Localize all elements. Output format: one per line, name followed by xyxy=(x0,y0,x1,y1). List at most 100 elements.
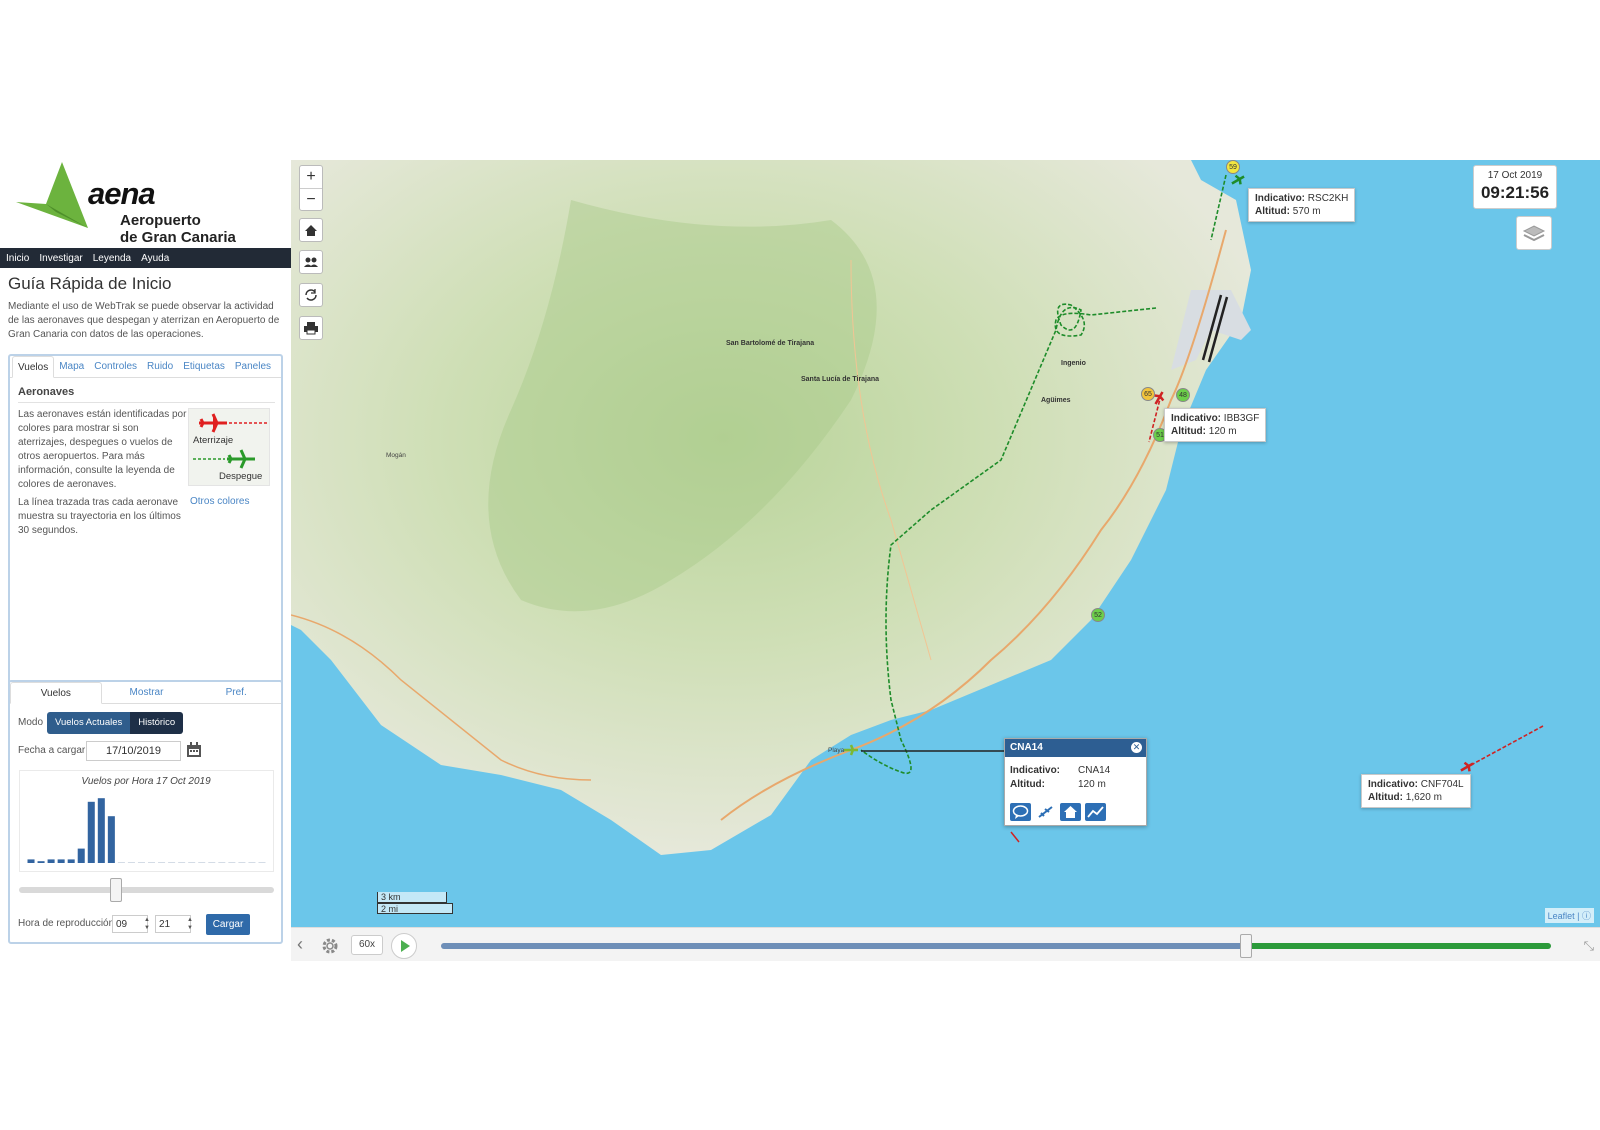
legend-landing-label: Aterrizaje xyxy=(193,435,234,446)
chart-bar-hour-18 xyxy=(208,862,216,863)
popup-callsign-label: Indicativo: xyxy=(1010,765,1061,776)
minute-spinner-icon[interactable]: ▲ ▼ xyxy=(187,916,193,932)
flight-label-rsc2kh[interactable]: Indicativo: RSC2KH Altitud: 570 m xyxy=(1248,188,1356,222)
timeline-handle[interactable] xyxy=(1240,934,1253,958)
airport-name: Aeropuerto de Gran Canaria xyxy=(120,212,236,246)
traffic-badge: 48 xyxy=(1176,388,1190,402)
zoom-out-button[interactable]: − xyxy=(300,188,322,210)
tab-controles[interactable]: Controles xyxy=(89,356,142,377)
chart-bar-hour-2 xyxy=(47,859,55,863)
traffic-badge: 59 xyxy=(1226,160,1240,174)
info-tabs: Vuelos Mapa Controles Ruido Etiquetas Pa… xyxy=(10,356,281,378)
chart-bar-hour-6 xyxy=(87,801,95,863)
scale-mi: 2 mi xyxy=(377,903,453,914)
close-icon[interactable]: ✕ xyxy=(1131,742,1142,753)
sidebar: aena Aeropuerto de Gran Canaria Inicio I… xyxy=(0,160,291,961)
other-colors-link[interactable]: Otros colores xyxy=(190,496,249,507)
chevron-left-icon[interactable]: ‹ xyxy=(297,934,303,955)
tab-mapa[interactable]: Mapa xyxy=(54,356,89,377)
map-base xyxy=(291,160,1544,855)
traffic-badge: 52 xyxy=(1091,608,1105,622)
aena-logo-mark xyxy=(16,162,88,228)
chart-bar-hour-0 xyxy=(27,859,35,863)
tab-mostrar[interactable]: Mostrar xyxy=(102,682,192,703)
flight-label-cnf704l[interactable]: Indicativo: CNF704L Altitud: 1,620 m xyxy=(1361,774,1471,808)
altitude-value: 570 m xyxy=(1292,206,1321,217)
airport-line-1: Aeropuerto xyxy=(120,212,201,229)
print-button[interactable] xyxy=(299,316,323,340)
layers-button[interactable] xyxy=(1516,216,1552,250)
aircraft-cnf704l-icon xyxy=(1460,761,1474,772)
refresh-icon xyxy=(305,289,317,301)
zoom-control: + − xyxy=(299,165,323,211)
hour-spinner-icon[interactable]: ▲ ▼ xyxy=(144,916,150,932)
home-icon[interactable] xyxy=(1060,803,1081,821)
refresh-button[interactable] xyxy=(299,283,323,307)
tab-paneles[interactable]: Paneles xyxy=(230,356,276,377)
date-input[interactable] xyxy=(86,741,181,761)
callsign-value: CNF704L xyxy=(1420,779,1464,790)
flight-label-ibb3gf[interactable]: Indicativo: IBB3GF Altitud: 120 m xyxy=(1164,408,1267,442)
tab-pref[interactable]: Pref. xyxy=(191,682,281,703)
aircraft-cna14-icon xyxy=(844,744,858,756)
altitude-value: 1,620 m xyxy=(1405,792,1442,803)
playback-time-label: Hora de reproducción xyxy=(18,918,115,929)
profile-chart-icon[interactable] xyxy=(1085,803,1106,821)
clock-time: 09:21:56 xyxy=(1480,183,1550,202)
plane-icon[interactable] xyxy=(1035,803,1056,821)
controls-panel: Vuelos Mostrar Pref. Modo Vuelos Actuale… xyxy=(8,680,283,944)
nav-ayuda[interactable]: Ayuda xyxy=(141,253,169,264)
nav-investigar[interactable]: Investigar xyxy=(39,253,82,264)
town-ingenio: Ingenio xyxy=(1061,360,1086,367)
info-icon[interactable]: ⓘ xyxy=(1582,911,1591,921)
zoom-in-button[interactable]: + xyxy=(300,166,322,188)
current-flights-button[interactable]: Vuelos Actuales xyxy=(47,712,131,734)
minute-input[interactable] xyxy=(155,915,191,933)
mode-label: Modo xyxy=(18,717,44,728)
callsign-label: Indicativo: xyxy=(1255,193,1306,204)
comment-icon[interactable] xyxy=(1010,803,1031,821)
hour-slider-track[interactable] xyxy=(19,887,274,893)
chart-bar-hour-20 xyxy=(228,862,236,863)
timeline-played xyxy=(441,943,1241,949)
hour-input[interactable] xyxy=(112,915,148,933)
layers-icon xyxy=(1522,225,1546,242)
expand-icon[interactable]: ⤡ xyxy=(1584,938,1594,954)
nav-inicio[interactable]: Inicio xyxy=(6,253,29,264)
play-button[interactable] xyxy=(391,933,417,959)
tab-etiquetas[interactable]: Etiquetas xyxy=(178,356,230,377)
playback-speed-button[interactable]: 60x xyxy=(351,935,383,955)
nav-leyenda[interactable]: Leyenda xyxy=(93,253,131,264)
playback-timeline[interactable] xyxy=(441,943,1551,949)
history-button[interactable]: Histórico xyxy=(130,712,184,734)
chart-bar-hour-7 xyxy=(97,798,105,863)
town-aguimes: Agüimes xyxy=(1041,397,1071,404)
print-icon xyxy=(304,322,318,335)
callsign-value: RSC2KH xyxy=(1307,193,1349,204)
chart-bar-hour-15 xyxy=(178,862,186,863)
leaflet-link[interactable]: Leaflet xyxy=(1548,911,1575,921)
town-mogan: Mogán xyxy=(386,452,406,459)
map[interactable]: San Bartolomé de Tirajana Santa Lucía de… xyxy=(291,160,1600,927)
guide-title: Guía Rápida de Inicio xyxy=(8,274,172,293)
hour-slider-handle[interactable] xyxy=(110,878,122,902)
map-attribution[interactable]: Leaflet | ⓘ xyxy=(1544,908,1594,923)
tab-vuelos-ctrl[interactable]: Vuelos xyxy=(10,682,102,704)
gear-icon[interactable] xyxy=(319,935,341,957)
home-button[interactable] xyxy=(299,218,323,242)
tab-vuelos[interactable]: Vuelos xyxy=(12,356,55,378)
chart-bar-hour-11 xyxy=(137,862,145,863)
chart-bar-hour-5 xyxy=(77,848,85,863)
home-icon xyxy=(305,225,317,236)
controls-tabs: Vuelos Mostrar Pref. xyxy=(10,682,281,704)
chart-bar-hour-13 xyxy=(158,862,166,863)
timeline-remaining xyxy=(1250,943,1551,949)
load-button[interactable]: Cargar xyxy=(206,914,250,935)
landing-plane-icon xyxy=(199,413,227,433)
tab-ruido[interactable]: Ruido xyxy=(142,356,178,377)
calendar-icon[interactable] xyxy=(186,742,202,758)
chart-bar-hour-12 xyxy=(148,862,156,863)
date-label: Fecha a cargar xyxy=(18,745,86,756)
community-button[interactable] xyxy=(299,250,323,274)
town-santa-lucia: Santa Lucía de Tirajana xyxy=(801,376,880,383)
